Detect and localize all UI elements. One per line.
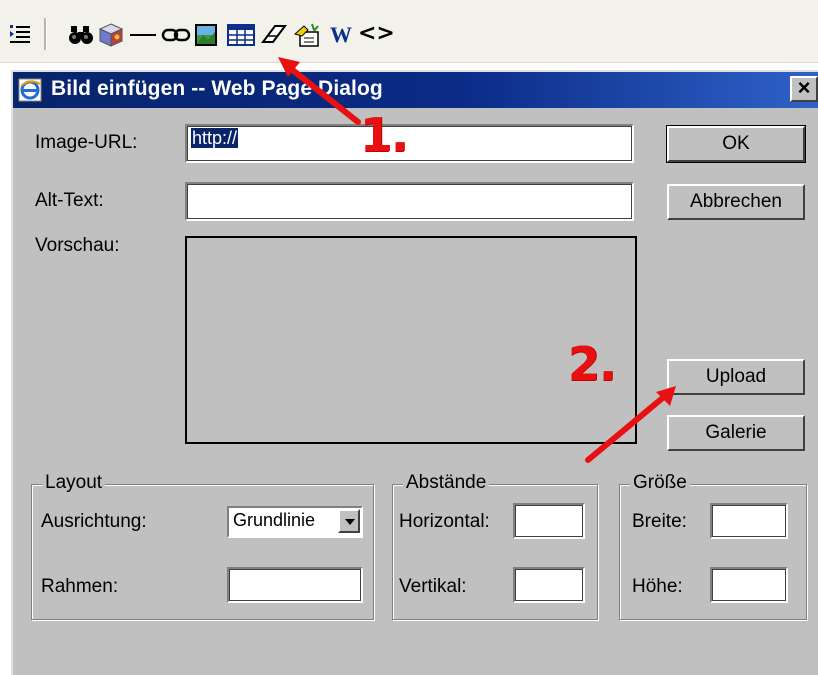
image-url-label: Image-URL:: [35, 132, 138, 153]
eraser-icon[interactable]: [259, 22, 289, 48]
height-input[interactable]: [710, 567, 788, 603]
layout-group: Layout Ausrichtung: Grundlinie Rahmen:: [31, 472, 374, 620]
border-input[interactable]: [227, 567, 363, 603]
alignment-select[interactable]: Grundlinie: [227, 506, 363, 538]
source-code-icon[interactable]: <>: [358, 21, 395, 46]
height-label: Höhe:: [632, 576, 683, 597]
close-button[interactable]: ×: [790, 76, 818, 102]
upload-button[interactable]: Upload: [667, 359, 805, 395]
width-input[interactable]: [710, 503, 788, 539]
border-label: Rahmen:: [41, 576, 119, 597]
find-binoculars-icon[interactable]: [68, 22, 94, 48]
internet-explorer-icon: [18, 78, 42, 102]
insert-table-icon[interactable]: [226, 22, 256, 48]
3d-box-icon[interactable]: [97, 22, 125, 48]
step-2-label: 2.: [568, 337, 616, 391]
size-group: Größe Breite: Höhe:: [619, 472, 807, 620]
dialog-title: Bild einfügen -- Web Page Dialog: [51, 77, 383, 100]
cancel-button[interactable]: Abbrechen: [667, 184, 805, 220]
editor-toolbar: W <>: [0, 0, 818, 63]
size-legend: Größe: [630, 472, 690, 494]
insert-image-dialog: Bild einfügen -- Web Page Dialog × Image…: [11, 70, 818, 675]
width-label: Breite:: [632, 511, 687, 532]
image-url-input[interactable]: http://: [185, 124, 634, 163]
insert-image-icon[interactable]: [193, 22, 219, 48]
vertical-input[interactable]: [513, 567, 585, 603]
preview-label: Vorschau:: [35, 235, 120, 256]
indent-icon[interactable]: [8, 22, 34, 48]
toolbar-separator: [44, 18, 47, 50]
chevron-down-icon[interactable]: [338, 509, 360, 533]
word-icon[interactable]: W: [330, 22, 352, 48]
horizontal-label: Horizontal:: [399, 511, 490, 532]
spacing-legend: Abstände: [403, 472, 490, 494]
step-1-label: 1.: [360, 108, 408, 162]
spacing-group: Abstände Horizontal: Vertikal:: [392, 472, 598, 620]
horizontal-rule-icon[interactable]: [128, 22, 158, 48]
alignment-label: Ausrichtung:: [41, 511, 147, 532]
gallery-button[interactable]: Galerie: [667, 415, 805, 451]
vertical-label: Vertikal:: [399, 576, 467, 597]
image-url-value: http://: [191, 128, 239, 148]
horizontal-input[interactable]: [513, 503, 585, 539]
alt-text-input[interactable]: [185, 182, 634, 221]
ok-button[interactable]: OK: [666, 125, 806, 163]
alignment-value: Grundlinie: [233, 510, 316, 530]
hyperlink-icon[interactable]: [160, 22, 192, 48]
wizard-hand-icon[interactable]: [292, 22, 324, 48]
alt-text-label: Alt-Text:: [35, 190, 104, 211]
dialog-titlebar[interactable]: Bild einfügen -- Web Page Dialog ×: [13, 72, 818, 108]
layout-legend: Layout: [42, 472, 106, 494]
